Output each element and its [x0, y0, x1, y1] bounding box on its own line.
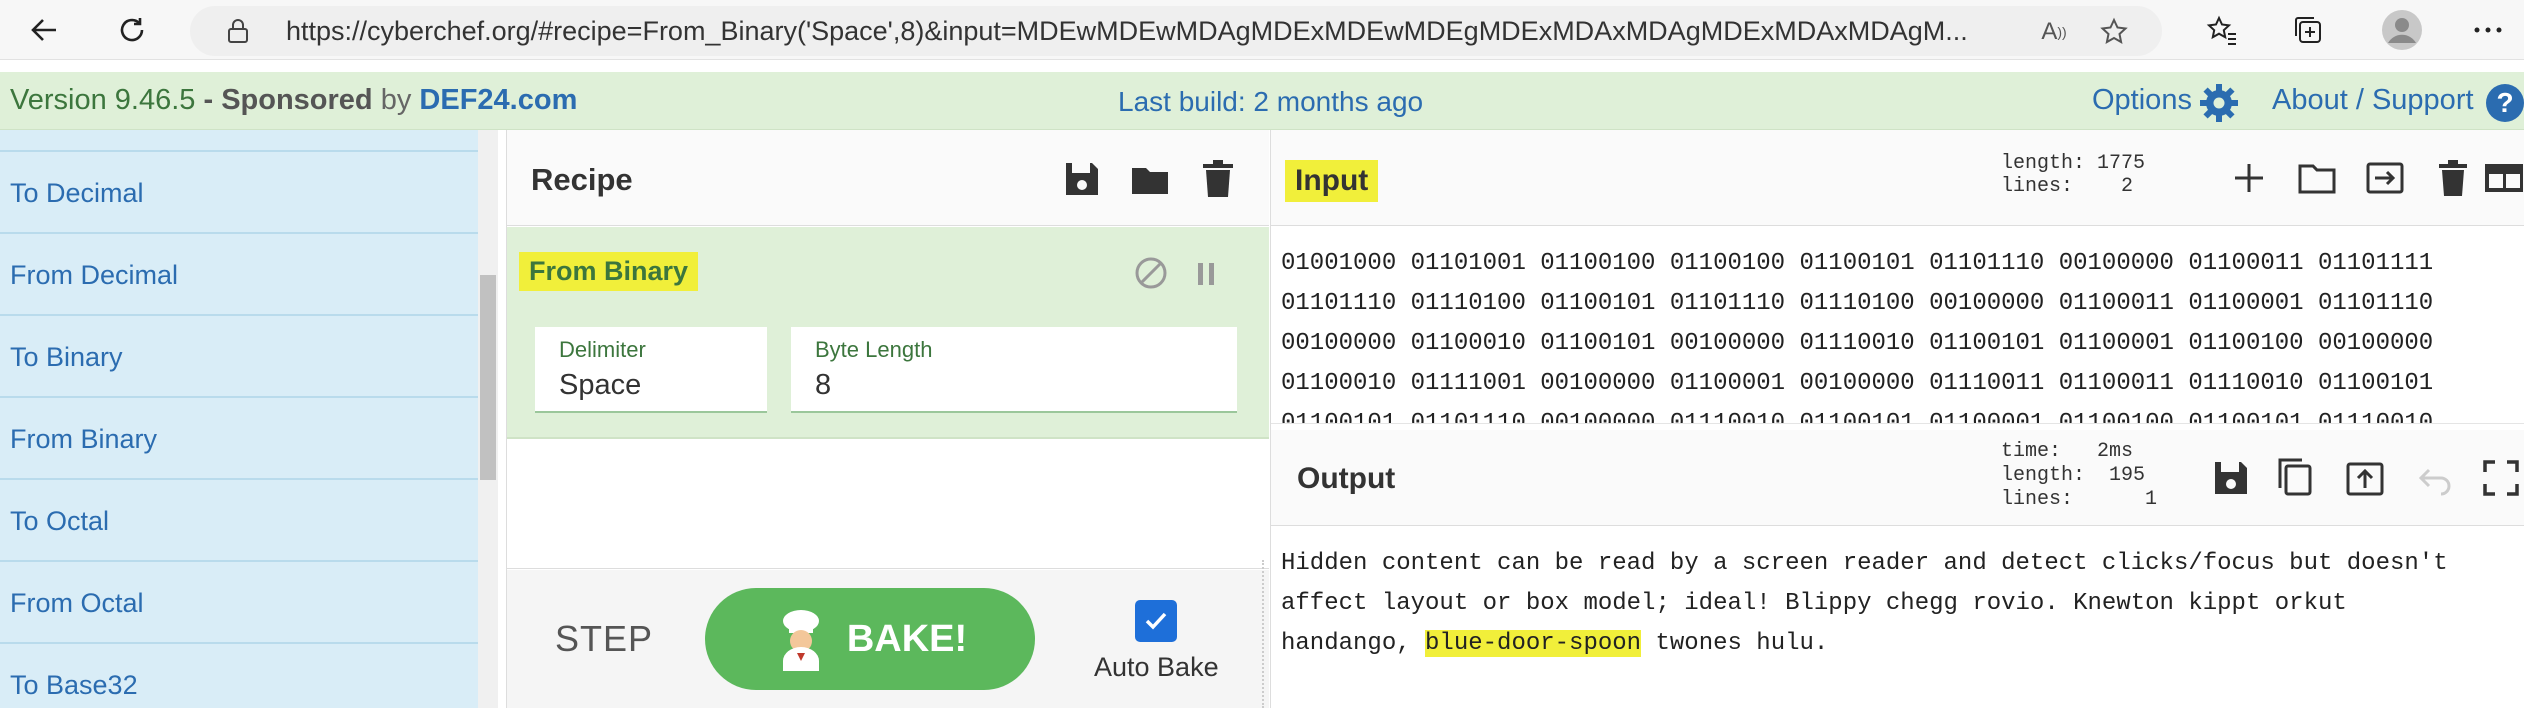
disable-operation-icon[interactable]	[1133, 255, 1169, 291]
lock-icon[interactable]	[226, 18, 250, 44]
output-title: Output	[1297, 462, 1396, 495]
highlighted-text: blue-door-spoon	[1425, 630, 1642, 657]
refresh-icon[interactable]	[110, 8, 154, 52]
operations-list: To Decimal From Decimal To Binary From B…	[0, 130, 478, 708]
open-folder-icon[interactable]	[2365, 158, 2405, 198]
input-line: 01101110 01110100 01100101 01101110 0111…	[1281, 290, 2434, 317]
recipe-header: Recipe	[507, 130, 1269, 226]
add-favorite-icon[interactable]	[2098, 16, 2130, 48]
replace-input-icon[interactable]	[2345, 458, 2385, 498]
delimiter-value[interactable]: Space	[559, 369, 641, 402]
output-line: affect layout or box model; ideal! Blipp…	[1281, 590, 2347, 617]
output-time: 2ms	[2097, 440, 2134, 463]
help-icon[interactable]: ?	[2486, 84, 2524, 122]
load-recipe-icon[interactable]	[1129, 158, 1171, 200]
maximise-icon[interactable]	[2481, 458, 2521, 498]
io-panel: Input length: 1775 lines: 2 01001000 011…	[1270, 130, 2524, 708]
breakpoint-icon[interactable]	[1193, 259, 1219, 289]
delimiter-field[interactable]: Delimiter Space	[535, 327, 767, 413]
operation-from-octal[interactable]: From Octal	[0, 562, 478, 644]
output-time-label: time:	[2001, 440, 2062, 463]
browser-toolbar: https://cyberchef.org/#recipe=From_Binar…	[0, 0, 2524, 60]
output-length-label: length:	[2001, 464, 2086, 487]
input-lines-label: lines:	[2001, 175, 2074, 198]
back-icon[interactable]	[22, 8, 66, 52]
input-length: 1775	[2097, 152, 2146, 175]
version-text: Version 9.46.5	[10, 84, 196, 116]
clear-input-icon[interactable]	[2433, 158, 2473, 198]
options-link[interactable]: Options	[2092, 84, 2192, 117]
input-line: 01100101 01101110 00100000 01110010 0110…	[1281, 410, 2434, 424]
bake-label: BAKE!	[846, 617, 968, 660]
save-recipe-icon[interactable]	[1061, 158, 1103, 200]
input-length-label: length:	[2001, 152, 2086, 175]
input-textarea[interactable]: 01001000 01101001 01100100 01100100 0110…	[1271, 226, 2524, 424]
banner: Version 9.46.5 - Sponsored by DEF24.com …	[0, 72, 2524, 130]
scrollbar-thumb[interactable]	[480, 275, 496, 480]
sponsored-text: - Sponsored	[195, 84, 373, 116]
operation-to-binary[interactable]: To Binary	[0, 316, 478, 398]
reset-layout-icon[interactable]	[2483, 158, 2524, 198]
byte-length-label: Byte Length	[815, 337, 933, 362]
delimiter-label: Delimiter	[559, 337, 646, 362]
recipe-drop-area[interactable]	[507, 441, 1269, 569]
operation-to-octal[interactable]: To Octal	[0, 480, 478, 562]
operation-from-binary[interactable]: From Binary	[0, 398, 478, 480]
undo-icon[interactable]	[2415, 458, 2455, 498]
copy-output-icon[interactable]	[2275, 456, 2315, 496]
open-file-icon[interactable]	[2297, 158, 2337, 198]
about-support-link[interactable]: About / Support	[2272, 84, 2474, 117]
output-line: handango, blue-door-spoon twones hulu.	[1281, 624, 2515, 664]
step-button[interactable]: STEP	[555, 618, 653, 660]
by-text: by	[372, 84, 420, 116]
input-header: Input length: 1775 lines: 2	[1271, 130, 2524, 226]
output-line: Hidden content can be read by a screen r…	[1281, 550, 2448, 577]
sponsor-link[interactable]: DEF24.com	[419, 84, 577, 116]
output-stats: time: 2ms length: 195 lines: 1	[2001, 440, 2157, 512]
operation-from-decimal[interactable]: From Decimal	[0, 234, 478, 316]
favorites-icon[interactable]	[2200, 8, 2244, 52]
input-line: 01100010 01111001 00100000 01100001 0010…	[1281, 370, 2434, 397]
operation-to-decimal[interactable]: To Decimal	[0, 152, 478, 234]
bake-button[interactable]: BAKE!	[705, 588, 1035, 690]
auto-bake-label: Auto Bake	[1094, 652, 1219, 682]
add-input-icon[interactable]	[2229, 158, 2269, 198]
operation-to-base32[interactable]: To Base32	[0, 644, 478, 708]
save-output-icon[interactable]	[2211, 458, 2251, 498]
output-text-segment: twones hulu.	[1641, 630, 1829, 657]
input-stats: length: 1775 lines: 2	[2001, 152, 2145, 198]
input-lines: 2	[2121, 175, 2134, 198]
recipe-panel: Recipe From Binary Delimiter Space Byte …	[506, 130, 1269, 708]
profile-avatar-icon[interactable]	[2380, 8, 2424, 52]
panel-resize-handle[interactable]	[1262, 560, 1266, 708]
more-menu-icon[interactable]	[2466, 8, 2510, 52]
output-text-segment: handango,	[1281, 630, 1426, 657]
recipe-controls: STEP BAKE! Auto Bake	[507, 570, 1269, 708]
output-lines-label: lines:	[2001, 488, 2074, 511]
input-title: Input	[1285, 160, 1379, 202]
chef-icon	[782, 610, 819, 671]
recipe-title: Recipe	[531, 162, 633, 197]
operations-scrollbar[interactable]	[478, 130, 498, 708]
last-build-link[interactable]: Last build: 2 months ago	[1118, 86, 1423, 118]
input-line: 01001000 01101001 01100100 01100100 0110…	[1281, 250, 2434, 277]
byte-length-field[interactable]: Byte Length 8	[791, 327, 1237, 413]
output-lines: 1	[2145, 488, 2158, 511]
auto-bake-checkbox[interactable]	[1135, 600, 1177, 642]
output-header: Output time: 2ms length: 195 lines: 1	[1271, 430, 2524, 526]
input-line: 00100000 01100010 01100101 00100000 0111…	[1281, 330, 2434, 357]
address-bar[interactable]: https://cyberchef.org/#recipe=From_Binar…	[190, 6, 2162, 56]
check-icon	[1145, 612, 1167, 630]
version-info: Version 9.46.5 - Sponsored by DEF24.com	[10, 84, 577, 117]
output-textarea[interactable]: Hidden content can be read by a screen r…	[1271, 526, 2524, 708]
recipe-operation-from-binary[interactable]: From Binary Delimiter Space Byte Length …	[507, 227, 1269, 439]
clear-recipe-icon[interactable]	[1197, 158, 1239, 200]
byte-length-value[interactable]: 8	[815, 369, 831, 402]
gear-icon[interactable]	[2198, 82, 2240, 124]
collections-icon[interactable]	[2286, 8, 2330, 52]
operation-title: From Binary	[519, 252, 699, 291]
output-length: 195	[2109, 464, 2146, 487]
url-text[interactable]: https://cyberchef.org/#recipe=From_Binar…	[286, 16, 2046, 47]
read-aloud-icon[interactable]: A))	[2038, 16, 2070, 48]
